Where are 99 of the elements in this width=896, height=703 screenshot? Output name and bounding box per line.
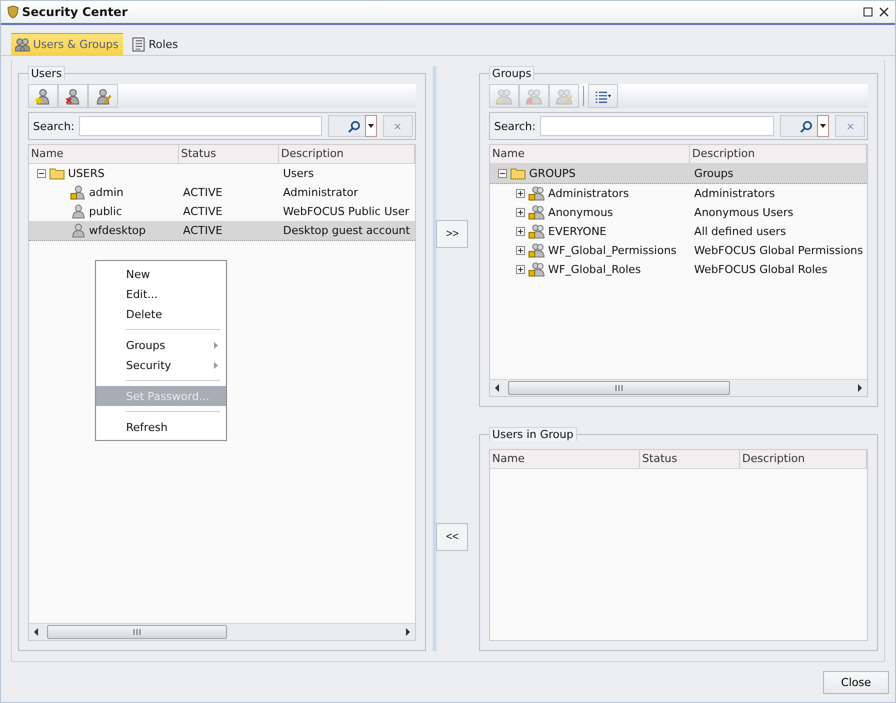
- horizontal-scrollbar[interactable]: [490, 379, 867, 396]
- search-button[interactable]: [780, 115, 818, 137]
- user-name[interactable]: admin: [89, 186, 124, 199]
- expand-icon[interactable]: [516, 227, 526, 236]
- scroll-right-icon[interactable]: [857, 384, 863, 392]
- remove-group-icon: [525, 88, 544, 104]
- table-cell-text: Administrators: [693, 187, 776, 200]
- search-label: Search:: [493, 120, 537, 132]
- user-name[interactable]: wfdesktop: [89, 224, 146, 237]
- menu-item[interactable]: Delete: [96, 304, 226, 324]
- window-title: Security Center: [22, 5, 128, 19]
- column-header[interactable]: Description: [690, 145, 867, 163]
- close-icon[interactable]: [879, 7, 889, 17]
- column-header[interactable]: Description: [740, 450, 867, 468]
- column-header[interactable]: Description: [279, 145, 415, 163]
- folder-icon: [510, 167, 526, 180]
- add-to-group-button[interactable]: >>: [436, 220, 468, 248]
- remove-user-icon: [64, 88, 82, 104]
- table-cell-text: Users: [282, 167, 315, 180]
- group-name[interactable]: WF_Global_Permissions: [548, 244, 677, 257]
- expand-icon[interactable]: [516, 265, 526, 274]
- panel-title: Users in Group: [489, 427, 576, 441]
- table-cell-text: ACTIVE: [182, 205, 224, 218]
- menu-item[interactable]: Groups: [96, 335, 226, 355]
- locked-group-icon: [528, 205, 546, 220]
- locked-group-icon: [528, 262, 546, 277]
- dropdown-button[interactable]: [364, 115, 377, 137]
- column-header[interactable]: Name: [29, 145, 179, 163]
- tab[interactable]: Users & Groups: [11, 33, 123, 55]
- panel-title: Groups: [489, 66, 534, 80]
- dropdown-button[interactable]: [817, 115, 829, 137]
- scrollbar-thumb[interactable]: [508, 381, 730, 395]
- menu-item[interactable]: Security: [96, 355, 226, 375]
- tree-item[interactable]: GROUPS: [529, 167, 576, 180]
- menu-item[interactable]: New: [96, 264, 226, 284]
- search-field[interactable]: [540, 116, 774, 136]
- user-name[interactable]: public: [89, 205, 122, 218]
- horizontal-scrollbar[interactable]: [29, 623, 415, 640]
- panel-title: Users: [28, 66, 65, 80]
- expand-icon[interactable]: [516, 189, 526, 198]
- new-user-button[interactable]: [28, 84, 58, 108]
- add-user-icon: [34, 88, 52, 104]
- table-cell-text: All defined users: [693, 225, 787, 238]
- table-cell-text: WebFOCUS Global Permissions: [693, 244, 864, 257]
- remove-from-group-button[interactable]: <<: [436, 523, 468, 551]
- clear-icon: [846, 122, 854, 130]
- expand-icon[interactable]: [516, 208, 526, 217]
- caret-icon: [368, 124, 374, 128]
- column-header[interactable]: Name: [490, 450, 640, 468]
- locked-group-icon: [528, 186, 546, 201]
- locked-group-icon: [528, 224, 546, 239]
- group-name[interactable]: EVERYONE: [548, 225, 606, 238]
- scroll-left-icon[interactable]: [494, 384, 500, 392]
- clear-icon: [394, 122, 402, 130]
- scroll-right-icon[interactable]: [404, 628, 411, 636]
- column-header[interactable]: Status: [179, 145, 279, 163]
- table-cell-text: ACTIVE: [182, 186, 224, 199]
- tab[interactable]: Roles: [126, 33, 182, 55]
- menu-item[interactable]: Refresh: [96, 417, 226, 437]
- column-header[interactable]: Status: [640, 450, 740, 468]
- menu-item[interactable]: Edit...: [96, 284, 226, 304]
- group-name[interactable]: Administrators: [548, 187, 629, 200]
- shield-icon: [7, 5, 19, 19]
- table-cell-text: Anonymous Users: [693, 206, 794, 219]
- edit-user-button[interactable]: [88, 84, 118, 108]
- collapse-icon[interactable]: [498, 169, 508, 178]
- edit-user-icon: [94, 88, 112, 104]
- close-button[interactable]: Close: [823, 670, 889, 694]
- list-view-button[interactable]: [588, 84, 618, 108]
- document-icon: [130, 36, 146, 52]
- search-icon: [800, 120, 813, 132]
- search-icon: [348, 120, 361, 132]
- table-cell-text: Desktop guest account: [282, 224, 411, 237]
- group-name[interactable]: WF_Global_Roles: [548, 263, 641, 276]
- group-name[interactable]: Anonymous: [548, 206, 614, 219]
- column-header[interactable]: Name: [490, 145, 690, 163]
- scroll-left-icon[interactable]: [33, 628, 39, 636]
- search-label: Search:: [32, 120, 76, 132]
- locked-group-icon: [528, 243, 546, 258]
- maximize-icon[interactable]: [863, 7, 873, 17]
- users-icon: [15, 37, 30, 52]
- table-cell-text: ACTIVE: [182, 224, 224, 237]
- caret-icon: [820, 124, 826, 128]
- table-cell-text: WebFOCUS Global Roles: [693, 263, 828, 276]
- table-cell-text: Groups: [693, 167, 734, 180]
- delete-user-button[interactable]: [58, 84, 88, 108]
- grip-icon: [615, 385, 624, 391]
- collapse-icon[interactable]: [37, 169, 46, 178]
- add-group-icon: [495, 88, 514, 104]
- table-cell-text: WebFOCUS Public User: [282, 205, 410, 218]
- grip-icon: [133, 629, 141, 635]
- search-field[interactable]: [78, 116, 322, 136]
- scrollbar-thumb[interactable]: [47, 625, 227, 639]
- folder-icon: [49, 167, 65, 180]
- edit-group-icon: [555, 88, 574, 104]
- search-button[interactable]: [328, 115, 366, 137]
- table-cell-text: Administrator: [282, 186, 359, 199]
- tree-item[interactable]: USERS: [68, 167, 105, 180]
- expand-icon[interactable]: [516, 246, 526, 255]
